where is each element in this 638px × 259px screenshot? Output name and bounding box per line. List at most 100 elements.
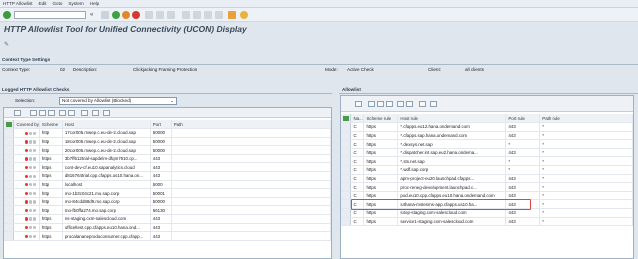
select-all-icon[interactable] [4,120,15,130]
col-name[interactable]: Na... [350,114,365,124]
col-covered-by[interactable]: Covered by [13,120,40,130]
table-row[interactable]: https ns-staging.cxm-salescloud.com 443 [4,214,332,224]
row-selector[interactable] [4,197,15,207]
previous-page-icon[interactable] [193,11,201,19]
menu-system[interactable]: System [65,0,86,8]
find-icon[interactable] [386,101,393,107]
layout-icon[interactable] [103,110,110,116]
row-selector[interactable] [4,205,15,216]
table-row[interactable]: http mo-1b3c04c21.mo.sap.corp 50001 [4,188,332,198]
row-selector[interactable] [341,165,352,175]
last-page-icon[interactable] [215,11,223,19]
find-next-icon[interactable] [167,11,175,19]
table-row[interactable]: http localhost 5000 [4,180,332,190]
table-row[interactable]: https officeltest.cpp.cfapps.eu10.hana.on… [4,223,332,233]
table-row[interactable]: http 17cor005.mwep.c.eu-de-2.cloud.sap 500… [4,128,332,138]
row-selector[interactable] [341,131,352,141]
menu-goto[interactable]: Goto [49,0,65,8]
new-session-icon[interactable] [228,11,236,19]
row-selector[interactable] [4,188,15,198]
row-selector[interactable] [341,191,352,201]
command-field[interactable] [14,11,86,19]
find-icon[interactable] [48,110,55,116]
col-scheme[interactable]: Scheme [39,120,63,130]
table-row[interactable]: Chttps *.wdf.sap.corp * * [341,165,633,175]
col-scheme-rule[interactable]: Scheme rule [363,114,399,124]
first-page-icon[interactable] [182,11,190,19]
row-selector[interactable] [4,180,15,190]
print-icon[interactable] [81,110,88,116]
collapse-icon[interactable]: « [90,11,98,19]
select-all-icon[interactable] [341,114,352,124]
table-row[interactable]: Chttps *.sts.net.sap * * [341,156,633,167]
selection-dropdown[interactable]: Not covered by Allowlist (Blocked) ⌄ [59,97,177,105]
table-row[interactable]: Chttps apm-project-eu20.launchpad.cfapps.… [341,174,633,184]
save-icon[interactable] [101,11,109,19]
sort-descending-icon[interactable] [39,110,46,116]
table-row[interactable]: Chttps s4op-staging.cxm-salescloud.com 443… [341,208,633,218]
col-host-rule[interactable]: Host rule [397,114,507,124]
export-icon[interactable] [430,101,437,107]
next-page-icon[interactable] [204,11,212,19]
export-icon[interactable] [92,110,99,116]
row-selector[interactable] [4,137,15,147]
row-selector[interactable] [341,208,352,218]
row-selector[interactable] [341,217,352,227]
row-selector[interactable] [341,199,352,210]
table-row[interactable]: Chttps *.dispatcher.int.sap.eu2.hana.onde… [341,148,633,158]
row-selector[interactable] [4,162,15,173]
row-selector[interactable] [4,214,15,224]
row-selector[interactable] [4,154,15,164]
menu-edit[interactable]: Edit [36,0,50,8]
row-selector[interactable] [341,148,352,158]
table-row[interactable]: http mo-fb0ffa274.mo.sap.corp 56130 [4,205,332,216]
row-selector[interactable] [4,171,15,181]
table-row[interactable]: Chttps *.cfapps.eu12.hana.ondemand.com 443… [341,122,633,132]
help-icon[interactable] [240,11,248,19]
filter-icon[interactable] [397,101,404,107]
row-selector[interactable] [4,145,15,155]
col-port-rule[interactable]: Port rule [505,114,541,124]
print-icon[interactable] [419,101,426,107]
table-row[interactable]: https 3b7ff612trial-sapdelm-dfqm7910.cp..… [4,154,332,164]
row-selector[interactable] [341,156,352,167]
row-selector[interactable] [4,128,15,138]
row-selector[interactable] [341,174,352,184]
find-icon[interactable] [156,11,164,19]
table-row[interactable]: Chttps proc-reneg-development.launchpad.c… [341,182,633,192]
sum-icon[interactable] [406,101,413,107]
row-selector[interactable] [341,182,352,192]
table-row[interactable]: http 18cor005.mwep.c.eu-de-2.cloud.sap 500… [4,137,332,147]
col-host[interactable]: Host [62,120,151,130]
details-icon[interactable] [14,110,21,116]
menu-help[interactable]: Help [87,0,102,8]
sum-icon[interactable] [68,110,75,116]
row-selector[interactable] [4,223,15,233]
back-icon[interactable] [112,11,120,19]
col-path[interactable]: Path [171,120,332,130]
table-row[interactable]: https cont-dev-cf.eu10.sapanalytics.cloud… [4,162,332,173]
sort-ascending-icon[interactable] [368,101,375,107]
table-row[interactable]: https procalananeproduconsumer.cpp.cfapp.… [4,231,332,241]
menu-http-allowlist[interactable]: HTTP Allowlist [0,0,36,8]
table-row[interactable]: http mo-84cdd88d9.mo.sap.corp 50000 [4,197,332,207]
row-selector[interactable] [4,231,15,241]
table-row[interactable]: http 20cor005.mwep.c.eu-de-2.cloud.sap 500… [4,145,332,155]
filter-icon[interactable] [59,110,66,116]
exit-icon[interactable] [122,11,130,19]
table-row[interactable]: Chttps *.cfapps.sap.hana.ondemand.com 443 * [341,131,633,141]
table-row[interactable]: Chttps service1-staging.cxm-salescloud.co… [341,217,633,227]
cancel-icon[interactable] [132,11,140,19]
row-selector[interactable] [341,139,352,149]
sort-ascending-icon[interactable] [30,110,37,116]
table-row[interactable]: https d816764trial.cpp.cfapps.us10.hana.o… [4,171,332,181]
details-icon[interactable] [355,101,362,107]
print-icon[interactable] [145,11,153,19]
settings-icon[interactable]: ✎ [4,41,9,48]
table-row[interactable]: Chttps *.dexsys.net.sap * * [341,139,633,149]
sort-descending-icon[interactable] [377,101,384,107]
col-path-rule[interactable]: Path rule [539,114,633,124]
col-port[interactable]: Port [150,120,172,130]
enter-check-icon[interactable] [3,11,11,19]
row-selector[interactable] [341,122,352,132]
